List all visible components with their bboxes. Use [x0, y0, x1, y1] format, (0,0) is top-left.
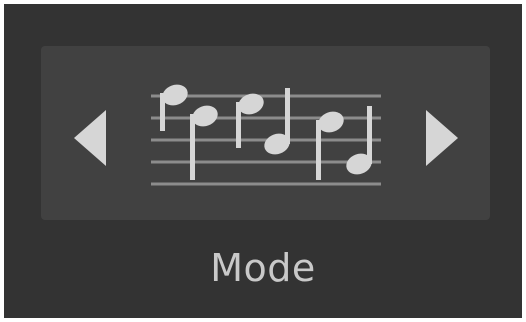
mode-display-panel[interactable]	[41, 46, 490, 220]
music-notes-icon	[143, 76, 389, 200]
previous-mode-button[interactable]	[72, 108, 108, 168]
mode-control: Mode	[4, 4, 522, 318]
mode-label: Mode	[210, 246, 316, 290]
triangle-right-icon	[426, 110, 458, 166]
triangle-left-icon	[74, 110, 106, 166]
next-mode-button[interactable]	[424, 108, 460, 168]
